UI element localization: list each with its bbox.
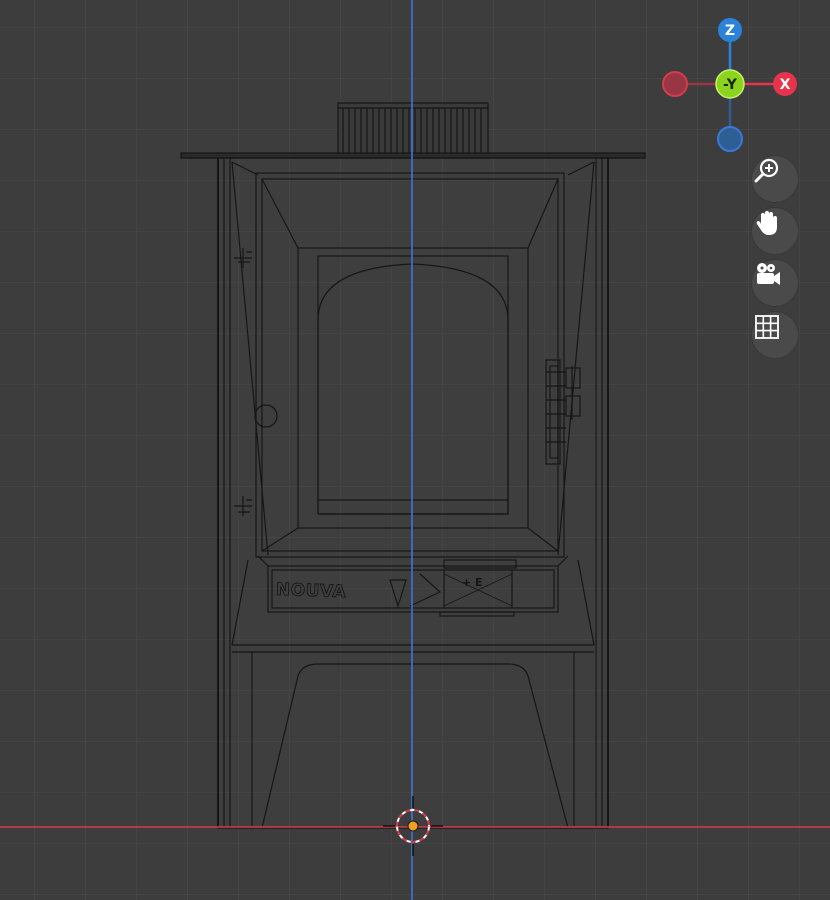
- gizmo-neg-z-axis[interactable]: [717, 126, 743, 152]
- navigation-gizmo[interactable]: Z X -Y: [655, 14, 805, 159]
- stove-body: [217, 157, 609, 829]
- zoom-icon: [754, 158, 779, 183]
- camera-icon: [757, 263, 780, 285]
- grid-icon: [755, 315, 779, 339]
- 3d-viewport[interactable]: NOUVA + E Z X -Y: [0, 0, 830, 900]
- stove-model[interactable]: [180, 102, 646, 829]
- gizmo-z-axis[interactable]: Z: [718, 18, 742, 42]
- panel-label-text: + E: [462, 576, 483, 589]
- pan-button[interactable]: [752, 208, 798, 254]
- ortho-toggle-button[interactable]: [752, 312, 798, 358]
- gizmo-x-label: X: [780, 77, 791, 93]
- gizmo-x-axis[interactable]: X: [773, 72, 797, 96]
- gizmo-neg-y-axis[interactable]: -Y: [715, 69, 745, 99]
- hand-icon: [756, 211, 777, 235]
- flue-collar: [337, 102, 489, 156]
- top-plate: [180, 152, 646, 159]
- gizmo-z-label: Z: [725, 23, 735, 39]
- brand-logo-text: NOUVA: [276, 580, 347, 602]
- camera-view-button[interactable]: [752, 260, 798, 306]
- zoom-button[interactable]: [752, 156, 798, 202]
- gizmo-neg-x-axis[interactable]: [662, 71, 688, 97]
- gizmo-neg-y-label: -Y: [723, 77, 738, 93]
